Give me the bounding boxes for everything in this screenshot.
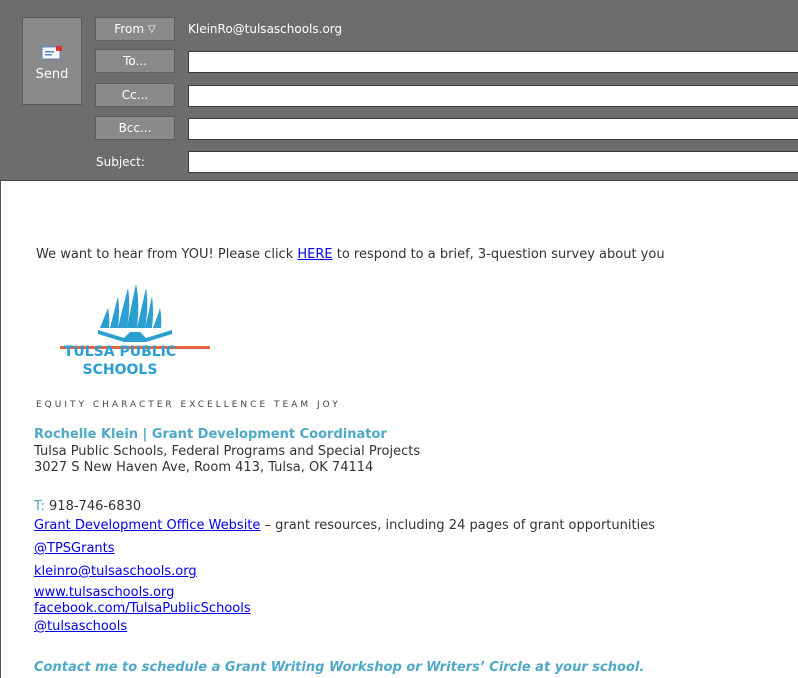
bcc-button[interactable]: Bcc... [95, 116, 175, 140]
logo-line-1: TULSA PUBLIC [63, 344, 177, 360]
instagram-line: @tulsaschools [34, 619, 127, 634]
website-url-link[interactable]: www.tulsaschools.org [34, 585, 174, 600]
cc-button[interactable]: Cc... [95, 83, 175, 107]
survey-intro: We want to hear from YOU! Please click H… [36, 247, 665, 262]
url-line: www.tulsaschools.org [34, 585, 174, 600]
subject-label: Subject: [96, 155, 145, 169]
email-line: kleinro@tulsaschools.org [34, 564, 197, 579]
from-button[interactable]: From ▽ [95, 17, 175, 41]
phone-number: 918-746-6830 [44, 499, 142, 514]
envelope-icon [41, 45, 62, 59]
body-border [0, 181, 1, 678]
signature-name-title: Rochelle Klein | Grant Development Coord… [34, 427, 387, 442]
send-label: Send [35, 66, 69, 82]
signature-address: 3027 S New Haven Ave, Room 413, Tulsa, O… [34, 460, 374, 475]
subject-field[interactable] [188, 151, 798, 173]
chevron-down-icon: ▽ [148, 23, 156, 35]
to-field[interactable] [188, 51, 798, 73]
signature-org: Tulsa Public Schools, Federal Programs a… [34, 444, 421, 459]
survey-link[interactable]: HERE [297, 247, 332, 262]
from-address: KleinRo@tulsaschools.org [188, 22, 343, 36]
message-header: Send From ▽ KleinRo@tulsaschools.org To.… [0, 0, 798, 181]
website-line: Grant Development Office Website – grant… [34, 518, 655, 533]
facebook-line: facebook.com/TulsaPublicSchools [34, 601, 251, 616]
cc-field[interactable] [188, 85, 798, 107]
grant-website-link[interactable]: Grant Development Office Website [34, 518, 260, 533]
message-body[interactable]: We want to hear from YOU! Please click H… [34, 182, 798, 678]
bcc-label: Bcc... [118, 121, 152, 135]
signature-phone: T: 918-746-6830 [34, 499, 141, 514]
send-button[interactable]: Send [22, 17, 82, 105]
email-link[interactable]: kleinro@tulsaschools.org [34, 564, 197, 579]
website-description: – grant resources, including 24 pages of… [260, 518, 655, 533]
logo-line-2: SCHOOLS [82, 362, 158, 378]
instagram-link[interactable]: @tulsaschools [34, 619, 127, 634]
intro-text-after: to respond to a brief, 3-question survey… [332, 247, 665, 262]
to-button[interactable]: To... [95, 49, 175, 73]
book-leaves-icon [98, 284, 172, 342]
cc-label: Cc... [121, 88, 149, 102]
twitter-line: @TPSGrants [34, 541, 115, 556]
to-label: To... [123, 54, 147, 68]
values-tagline: EQUITY CHARACTER EXCELLENCE TEAM JOY [36, 400, 341, 410]
from-label: From [114, 22, 145, 36]
facebook-link[interactable]: facebook.com/TulsaPublicSchools [34, 601, 251, 616]
twitter-link[interactable]: @TPSGrants [34, 541, 115, 556]
contact-note: Contact me to schedule a Grant Writing W… [34, 660, 645, 675]
phone-label: T: [34, 499, 45, 514]
bcc-field[interactable] [188, 118, 798, 140]
intro-text-before: We want to hear from YOU! Please click [36, 247, 298, 262]
